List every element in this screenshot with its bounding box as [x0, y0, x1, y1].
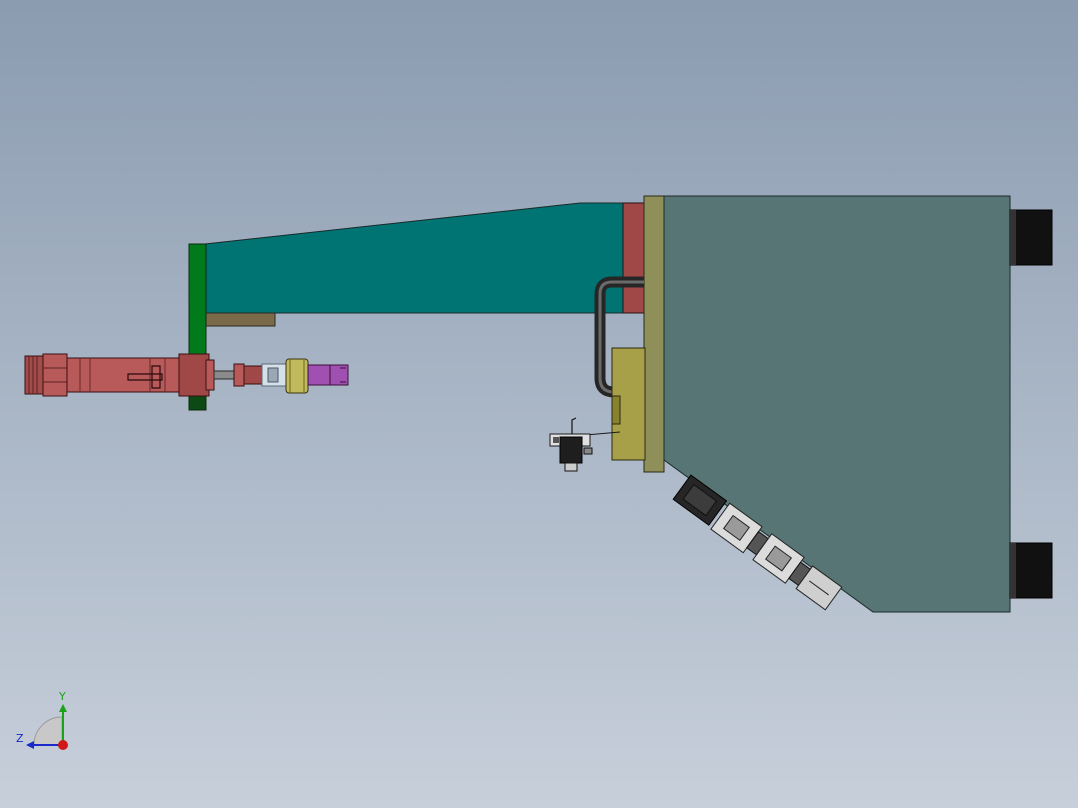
z-axis-arrow: [26, 741, 34, 749]
adapter-plate[interactable]: [643, 195, 665, 473]
cylinder-flange: [178, 353, 210, 397]
rod-nut: [233, 363, 245, 387]
brass-nut: [285, 358, 309, 394]
bottom-end-cap[interactable]: [1009, 542, 1053, 599]
main-housing[interactable]: [663, 195, 1011, 613]
arm-flange[interactable]: [622, 202, 646, 314]
tapered-arm[interactable]: [204, 202, 624, 314]
top-end-cap[interactable]: [1009, 209, 1053, 266]
piston-rod: [213, 370, 237, 380]
cad-viewport[interactable]: Y Z: [0, 0, 1078, 808]
y-axis-arrow: [59, 704, 67, 712]
hex-nut: [42, 353, 68, 397]
arm-bracket[interactable]: [204, 312, 276, 327]
orientation-triad[interactable]: Y Z: [16, 690, 68, 750]
coupler: [243, 365, 263, 385]
z-axis-label: Z: [16, 732, 24, 745]
x-axis-dot: [58, 740, 68, 750]
y-axis-label: Y: [58, 690, 66, 703]
limit-switch[interactable]: [549, 417, 621, 472]
assembly-drawing[interactable]: Y Z: [0, 0, 1078, 808]
triad-arc: [33, 716, 63, 746]
pneumatic-cylinder[interactable]: [24, 353, 349, 397]
thread-end: [24, 355, 44, 395]
